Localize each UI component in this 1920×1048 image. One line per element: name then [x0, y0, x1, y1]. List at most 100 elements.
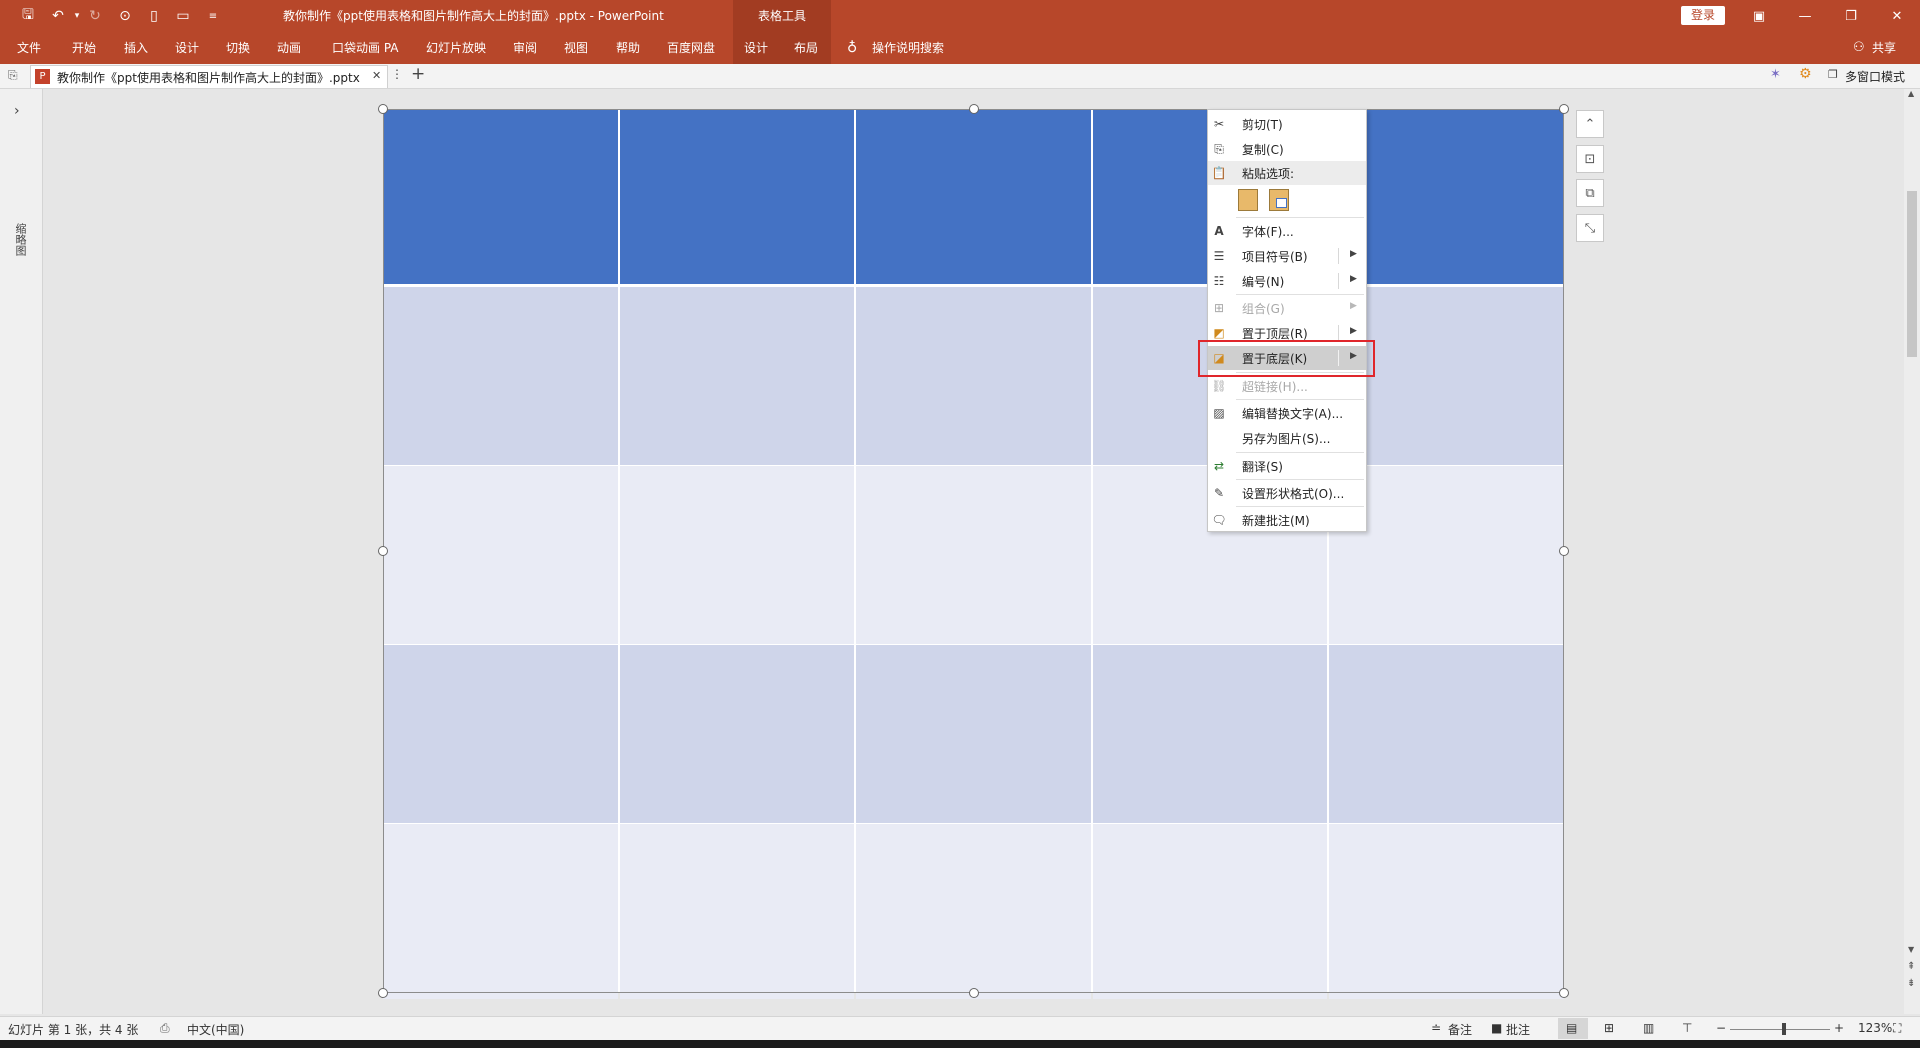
reading-view-icon[interactable]: ▥	[1643, 1021, 1654, 1035]
zoom-in-icon[interactable]: +	[1834, 1021, 1844, 1035]
paste-keep-source-icon[interactable]	[1238, 189, 1258, 211]
customize-toolbar-icon[interactable]: ≡	[204, 7, 222, 25]
resize-handle[interactable]	[1559, 988, 1569, 998]
tab-transitions[interactable]: 切换	[226, 32, 250, 64]
notes-button[interactable]: 备注	[1448, 1021, 1472, 1038]
resize-handle[interactable]	[378, 988, 388, 998]
menu-item-save-as-picture[interactable]: 另存为图片(S)...	[1208, 426, 1366, 450]
magic-icon[interactable]: ✶	[1770, 67, 1781, 82]
redo-icon[interactable]: ↻	[86, 7, 104, 25]
tell-me-search[interactable]: 操作说明搜索	[872, 32, 944, 64]
resize-handle[interactable]	[378, 546, 388, 556]
paste-as-picture-icon[interactable]	[1269, 189, 1289, 211]
tab-baidu-netdisk[interactable]: 百度网盘	[667, 32, 715, 64]
document-tab[interactable]: P 教你制作《ppt使用表格和图片制作高大上的封面》.pptx ✕	[30, 65, 388, 88]
table-cell[interactable]	[1092, 645, 1327, 823]
tab-home[interactable]: 开始	[72, 32, 96, 64]
table-cell[interactable]	[620, 466, 855, 644]
zoom-out-icon[interactable]: −	[1716, 1021, 1726, 1035]
new-tab-icon[interactable]: +	[411, 64, 425, 84]
settings-gear-icon[interactable]: ⚙	[1799, 66, 1812, 82]
share-button[interactable]: 共享	[1872, 32, 1896, 64]
table-cell[interactable]	[620, 109, 855, 284]
table-cell[interactable]	[383, 645, 619, 823]
tab-slideshow[interactable]: 幻灯片放映	[426, 32, 486, 64]
tab-help[interactable]: 帮助	[616, 32, 640, 64]
next-slide-icon[interactable]: ⇟	[1907, 978, 1915, 989]
open-folder-icon[interactable]: ▭	[174, 7, 192, 25]
tab-animations[interactable]: 动画	[277, 32, 301, 64]
resize-icon[interactable]: ⤡	[1576, 214, 1604, 242]
resize-handle[interactable]	[378, 104, 388, 114]
tab-table-design[interactable]: 设计	[744, 32, 768, 64]
close-icon[interactable]: ✕	[1874, 0, 1920, 32]
table-cell[interactable]	[383, 109, 619, 284]
collapse-up-icon[interactable]: ⌃	[1576, 110, 1604, 138]
slideshow-view-icon[interactable]: ⊤	[1682, 1021, 1692, 1035]
tab-file[interactable]: 文件	[17, 32, 41, 64]
resize-handle[interactable]	[968, 988, 979, 998]
table-cell[interactable]	[620, 287, 855, 465]
login-button[interactable]: 登录	[1681, 6, 1725, 25]
slide-sorter-icon[interactable]: ⊞	[1604, 1021, 1614, 1035]
vertical-scrollbar[interactable]: ▲ ▼ ⇞ ⇟	[1904, 89, 1920, 1014]
multiwindow-mode-button[interactable]: 多窗口模式	[1845, 68, 1905, 85]
zoom-slider-handle[interactable]	[1782, 1023, 1786, 1035]
scroll-down-icon[interactable]: ▼	[1908, 945, 1914, 954]
save-icon[interactable]: 🖫	[19, 7, 37, 25]
restore-icon[interactable]: ❐	[1828, 0, 1874, 32]
tab-insert[interactable]: 插入	[124, 32, 148, 64]
close-tab-icon[interactable]: ✕	[372, 69, 381, 82]
undo-dropdown-icon[interactable]: ▾	[68, 7, 86, 25]
table-cell[interactable]	[1092, 824, 1327, 999]
expand-thumbnails-icon[interactable]: ›	[14, 103, 20, 119]
menu-item-copy[interactable]: ⎘ 复制(C)	[1208, 137, 1366, 161]
table-cell[interactable]	[856, 466, 1091, 644]
start-from-beginning-icon[interactable]: ⊙	[116, 7, 134, 25]
tab-design[interactable]: 设计	[175, 32, 199, 64]
tab-pocket-animation[interactable]: 口袋动画 PA	[332, 32, 399, 64]
resize-handle[interactable]	[968, 104, 979, 114]
minimize-icon[interactable]: —	[1782, 0, 1828, 32]
comments-button[interactable]: 批注	[1506, 1021, 1530, 1038]
table-cell[interactable]	[383, 466, 619, 644]
table-cell[interactable]	[620, 824, 855, 999]
menu-item-new-comment[interactable]: 🗨 新建批注(M)	[1208, 508, 1366, 532]
table-cell[interactable]	[620, 645, 855, 823]
menu-item-translate[interactable]: ⇄ 翻译(S)	[1208, 454, 1366, 478]
tab-review[interactable]: 审阅	[513, 32, 537, 64]
zoom-level[interactable]: 123%	[1858, 1021, 1892, 1035]
undo-icon[interactable]: ↶	[49, 7, 67, 25]
menu-item-numbering[interactable]: ☷ 编号(N) ▶	[1208, 269, 1366, 293]
table-cell[interactable]	[856, 824, 1091, 999]
language-indicator[interactable]: 中文(中国)	[187, 1021, 244, 1038]
table-cell[interactable]	[856, 287, 1091, 465]
tab-more-icon[interactable]: ⋮	[391, 67, 403, 81]
menu-item-bullets[interactable]: ☰ 项目符号(B) ▶	[1208, 244, 1366, 268]
menu-item-font[interactable]: A 字体(F)...	[1208, 219, 1366, 243]
arrange-icon[interactable]: ⧉	[1576, 179, 1604, 207]
fit-to-window-icon[interactable]: ⛶	[1893, 1021, 1901, 1036]
tab-list-icon[interactable]: ⎘	[8, 68, 18, 83]
ribbon-display-icon[interactable]: ▣	[1736, 0, 1782, 32]
tab-table-layout[interactable]: 布局	[794, 32, 818, 64]
table-cell[interactable]	[383, 824, 619, 999]
accessibility-icon[interactable]: ⎙	[160, 1021, 170, 1036]
menu-item-cut[interactable]: ✂ 剪切(T)	[1208, 112, 1366, 136]
table-cell[interactable]	[1328, 645, 1564, 823]
resize-handle[interactable]	[1559, 546, 1569, 556]
table-cell[interactable]	[856, 109, 1091, 284]
table-cell[interactable]	[856, 645, 1091, 823]
scroll-up-icon[interactable]: ▲	[1908, 89, 1914, 98]
slide-canvas[interactable]	[383, 109, 1564, 999]
new-file-icon[interactable]: ▯	[145, 7, 163, 25]
previous-slide-icon[interactable]: ⇞	[1907, 961, 1915, 972]
table-cell[interactable]	[1328, 824, 1564, 999]
scrollbar-thumb[interactable]	[1907, 191, 1917, 357]
resize-handle[interactable]	[1559, 104, 1569, 114]
layout-options-icon[interactable]: ⊡	[1576, 145, 1604, 173]
tab-view[interactable]: 视图	[564, 32, 588, 64]
menu-item-format-shape[interactable]: ✎ 设置形状格式(O)...	[1208, 481, 1366, 505]
zoom-slider-track[interactable]	[1730, 1029, 1830, 1030]
table-cell[interactable]	[383, 287, 619, 465]
